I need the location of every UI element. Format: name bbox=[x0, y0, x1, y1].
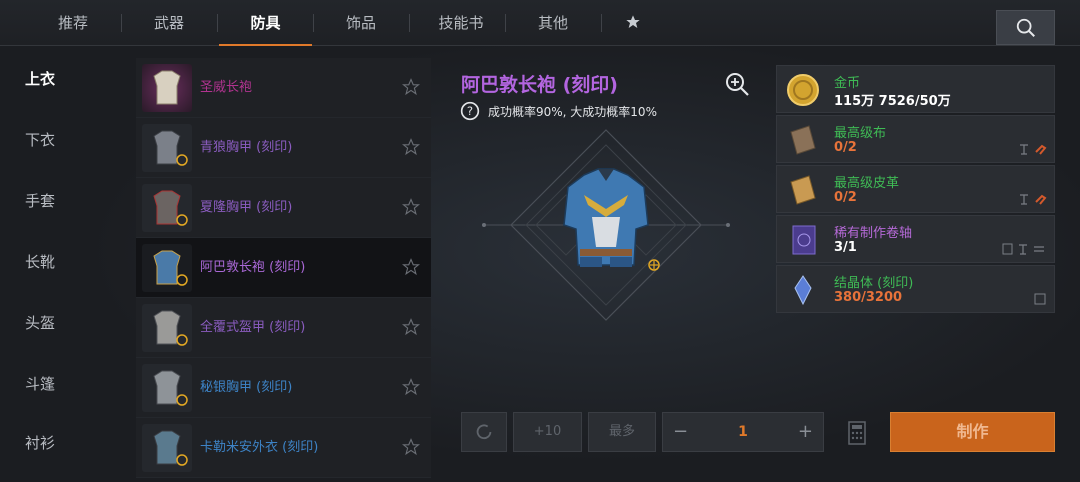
category-shirts[interactable]: 衬衫 bbox=[0, 432, 80, 453]
refresh-icon bbox=[476, 424, 492, 440]
armor-thumbnail bbox=[142, 124, 192, 172]
armor-thumbnail bbox=[142, 244, 192, 292]
material-name: 最高级布 bbox=[834, 126, 887, 141]
tab-divider bbox=[313, 14, 314, 32]
material-name: 金币 bbox=[834, 76, 861, 91]
category-bottoms[interactable]: 下衣 bbox=[0, 129, 80, 150]
tab-divider bbox=[601, 14, 602, 32]
material-cloth[interactable]: 最高级布 0/2 bbox=[776, 115, 1055, 163]
reset-button[interactable] bbox=[461, 412, 507, 452]
material-count: 3/1 bbox=[834, 240, 857, 255]
quantity-value: 1 bbox=[738, 424, 748, 440]
list-item[interactable]: 青狼胸甲 (刻印) bbox=[136, 118, 431, 178]
tab-weapons[interactable]: 武器 bbox=[138, 0, 200, 46]
trade-flags-icon bbox=[1020, 194, 1047, 205]
craft-button[interactable]: 制作 bbox=[890, 412, 1055, 452]
list-item[interactable]: 秘银胸甲 (刻印) bbox=[136, 358, 431, 418]
gold-coin-icon bbox=[787, 74, 819, 106]
list-item[interactable]: 全覆式盔甲 (刻印) bbox=[136, 298, 431, 358]
plus-ten-button[interactable]: +10 bbox=[513, 412, 582, 452]
armor-thumbnail bbox=[142, 64, 192, 112]
crystal-icon bbox=[794, 275, 812, 306]
trade-flags-icon bbox=[1034, 293, 1046, 305]
item-name: 夏隆胸甲 (刻印) bbox=[200, 200, 293, 215]
favorite-star-icon[interactable] bbox=[402, 78, 420, 96]
list-item-selected[interactable]: 阿巴敦长袍 (刻印) bbox=[136, 238, 431, 298]
tab-favorites[interactable] bbox=[618, 0, 648, 46]
max-button[interactable]: 最多 bbox=[588, 412, 656, 452]
favorite-star-icon[interactable] bbox=[402, 378, 420, 396]
material-count: 0/2 bbox=[834, 140, 857, 155]
material-leather[interactable]: 最高级皮革 0/2 bbox=[776, 165, 1055, 213]
tab-divider bbox=[505, 14, 506, 32]
item-name: 卡勒米安外衣 (刻印) bbox=[200, 440, 319, 455]
armor-thumbnail bbox=[142, 424, 192, 472]
material-count: 0/2 bbox=[834, 190, 857, 205]
favorite-star-icon[interactable] bbox=[402, 438, 420, 456]
favorite-star-icon[interactable] bbox=[402, 138, 420, 156]
top-tab-bar: 推荐 武器 防具 饰品 技能书 其他 bbox=[0, 0, 1080, 46]
armor-thumbnail bbox=[142, 364, 192, 412]
material-gold[interactable]: 金币 115万 7526/50万 bbox=[776, 65, 1055, 113]
item-name: 阿巴敦长袍 (刻印) bbox=[200, 260, 306, 275]
list-item[interactable]: 卡勒米安外衣 (刻印) bbox=[136, 418, 431, 478]
category-gloves[interactable]: 手套 bbox=[0, 190, 80, 211]
leather-icon bbox=[790, 175, 816, 205]
tab-armor[interactable]: 防具 bbox=[219, 0, 312, 46]
tab-divider bbox=[121, 14, 122, 32]
list-item[interactable]: 圣威长袍 bbox=[136, 58, 431, 118]
zoom-in-icon[interactable] bbox=[724, 71, 750, 97]
item-title: 阿巴敦长袍 (刻印) bbox=[461, 74, 618, 96]
category-tops[interactable]: 上衣 bbox=[0, 68, 80, 89]
item-name: 全覆式盔甲 (刻印) bbox=[200, 320, 306, 335]
material-scroll[interactable]: 稀有制作卷轴 3/1 bbox=[776, 215, 1055, 263]
tab-divider bbox=[217, 14, 218, 32]
success-rate-text: 成功概率90%, 大成功概率10% bbox=[488, 105, 657, 119]
armor-preview bbox=[482, 129, 730, 321]
material-count: 380/3200 bbox=[834, 290, 903, 305]
calculator-icon[interactable] bbox=[848, 421, 866, 445]
robe-model bbox=[563, 168, 649, 267]
armor-thumbnail bbox=[142, 184, 192, 232]
favorite-star-icon[interactable] bbox=[402, 198, 420, 216]
category-cloaks[interactable]: 斗篷 bbox=[0, 373, 80, 394]
tab-divider bbox=[409, 14, 410, 32]
quantity-stepper[interactable]: − 1 + bbox=[662, 412, 824, 452]
minus-button[interactable]: − bbox=[673, 413, 688, 451]
trade-flags-icon bbox=[1002, 243, 1044, 255]
material-count: 115万 7526/50万 bbox=[834, 94, 951, 109]
material-name: 稀有制作卷轴 bbox=[834, 226, 913, 241]
category-helmets[interactable]: 头盔 bbox=[0, 312, 80, 333]
material-name: 结晶体 (刻印) bbox=[834, 276, 914, 291]
category-boots[interactable]: 长靴 bbox=[0, 251, 80, 272]
svg-text:?: ? bbox=[467, 104, 473, 118]
material-name: 最高级皮革 bbox=[834, 176, 900, 191]
trade-flags-icon bbox=[1020, 144, 1047, 155]
armor-thumbnail bbox=[142, 304, 192, 352]
search-icon bbox=[1016, 18, 1035, 37]
scroll-icon bbox=[792, 225, 816, 255]
tab-skill-books[interactable]: 技能书 bbox=[426, 0, 496, 46]
item-name: 青狼胸甲 (刻印) bbox=[200, 140, 293, 155]
material-crystal[interactable]: 结晶体 (刻印) 380/3200 bbox=[776, 265, 1055, 313]
search-button[interactable] bbox=[996, 10, 1055, 45]
tab-accessories[interactable]: 饰品 bbox=[330, 0, 392, 46]
cloth-icon bbox=[790, 125, 816, 155]
item-name: 圣威长袍 bbox=[200, 80, 253, 95]
list-item[interactable]: 夏隆胸甲 (刻印) bbox=[136, 178, 431, 238]
tab-others[interactable]: 其他 bbox=[522, 0, 584, 46]
help-icon[interactable]: ? bbox=[460, 101, 480, 121]
item-name: 秘银胸甲 (刻印) bbox=[200, 380, 293, 395]
favorite-star-icon[interactable] bbox=[402, 258, 420, 276]
tab-recommended[interactable]: 推荐 bbox=[40, 0, 106, 46]
star-icon bbox=[626, 15, 640, 28]
favorite-star-icon[interactable] bbox=[402, 318, 420, 336]
item-list: 圣威长袍 青狼胸甲 (刻印) 夏隆胸甲 (刻印) 阿巴敦长袍 (刻印) 全覆式盔… bbox=[136, 58, 431, 482]
plus-button[interactable]: + bbox=[798, 413, 813, 451]
